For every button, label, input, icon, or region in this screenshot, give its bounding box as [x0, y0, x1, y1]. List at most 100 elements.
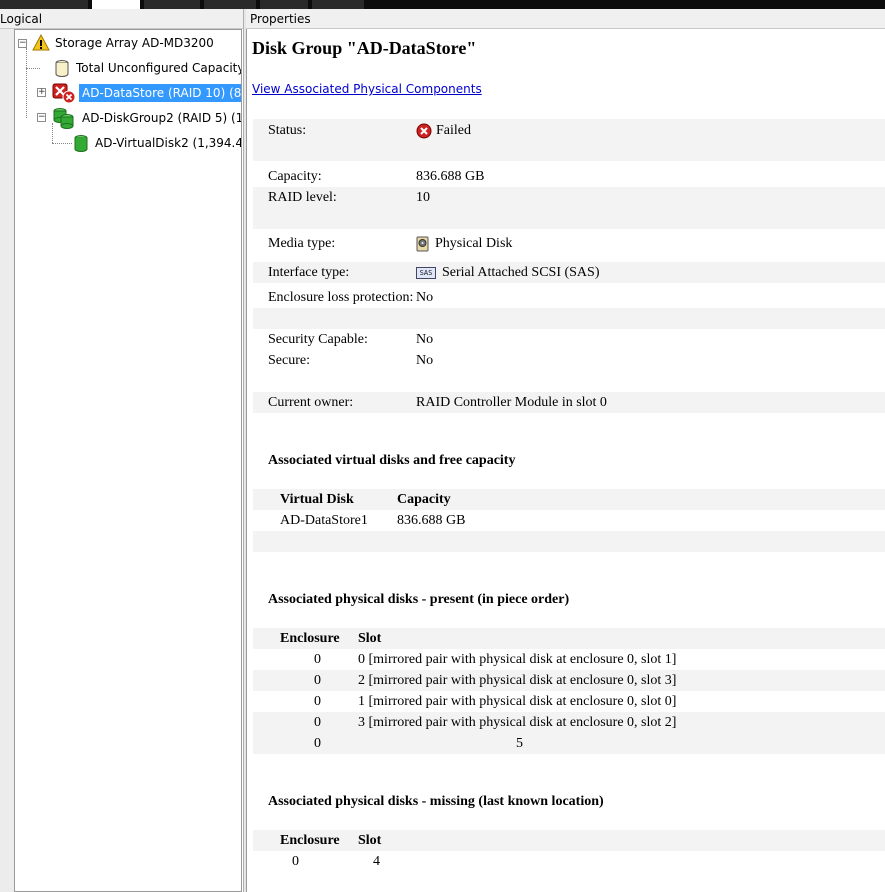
warning-icon	[32, 33, 50, 52]
column-header-virtual-disk: Virtual Disk	[280, 492, 354, 507]
unconfigured-capacity-icon	[53, 59, 71, 77]
interface-type-value: Serial Attached SCSI (SAS)	[442, 265, 600, 280]
row-band	[253, 208, 885, 229]
logical-pane-title: Logical	[0, 12, 43, 26]
slot-cell: 2 [mirrored pair with physical disk at e…	[358, 673, 677, 688]
tab-segment[interactable]	[0, 0, 88, 9]
property-interface-type: Interface type: SAS Serial Attached SCSI…	[253, 263, 885, 284]
expand-datastore-toggle[interactable]: +	[37, 88, 46, 97]
column-header-enclosure: Enclosure	[280, 631, 340, 646]
property-enclosure-loss: Enclosure loss protection: No	[253, 288, 885, 309]
capacity-value: 836.688 GB	[416, 169, 485, 184]
enclosure-cell: 0	[314, 694, 321, 709]
property-label: Secure:	[268, 353, 310, 368]
enclosure-cell: 0	[292, 854, 299, 869]
property-label: Status:	[268, 123, 307, 138]
property-value-wrap: SAS Serial Attached SCSI (SAS)	[416, 265, 600, 281]
property-secure: Secure: No	[253, 351, 885, 372]
property-label: RAID level:	[268, 190, 337, 205]
column-header-enclosure: Enclosure	[280, 833, 340, 848]
logical-pane-header: Logical	[0, 9, 243, 29]
tree-connector	[26, 68, 40, 69]
status-value: Failed	[436, 123, 471, 138]
column-header-slot: Slot	[358, 833, 382, 848]
slot-cell: 5	[516, 736, 523, 751]
slot-cell: 0 [mirrored pair with physical disk at e…	[358, 652, 677, 667]
window-tab-strip	[0, 0, 885, 9]
table-header-band	[253, 830, 885, 851]
column-header-capacity: Capacity	[397, 492, 451, 507]
tree-root-storage-array[interactable]: Storage Array AD-MD3200	[32, 32, 217, 54]
enclosure-cell: 0	[314, 715, 321, 730]
enclosure-cell: 0	[314, 673, 321, 688]
property-capacity: Capacity: 836.688 GB	[253, 167, 885, 188]
virtual-disks-heading: Associated virtual disks and free capaci…	[268, 453, 516, 468]
slot-cell: 4	[373, 854, 380, 869]
property-label: Current owner:	[268, 395, 354, 410]
tree-root-label: Storage Array AD-MD3200	[55, 36, 214, 50]
disk-group-icon	[51, 107, 77, 129]
column-header-slot: Slot	[358, 631, 382, 646]
tree-item-label: AD-DiskGroup2 (RAID 5) (1,39	[82, 111, 241, 125]
view-physical-components-link[interactable]: View Associated Physical Components	[252, 82, 482, 96]
row-band	[253, 140, 885, 161]
tree-item-label: Total Unconfigured Capacity (27	[76, 61, 242, 75]
tree-item-virtualdisk2[interactable]: AD-VirtualDisk2 (1,394.481	[72, 132, 242, 154]
collapse-root-toggle[interactable]: −	[18, 39, 27, 48]
properties-pane: Disk Group "AD-DataStore" View Associate…	[246, 29, 885, 892]
property-current-owner: Current owner: RAID Controller Module in…	[253, 393, 885, 414]
properties-pane-title: Properties	[250, 12, 311, 26]
property-security-capable: Security Capable: No	[253, 330, 885, 351]
tab-segment[interactable]	[144, 0, 200, 9]
tree-connector	[26, 48, 27, 118]
properties-pane-header: Properties	[246, 9, 885, 29]
logical-tree: − Storage Array AD-MD3200 Total Unconfig…	[14, 29, 242, 892]
virtual-disk-capacity-cell: 836.688 GB	[397, 513, 466, 528]
raid-level-value: 10	[416, 190, 430, 205]
sas-icon: SAS	[416, 267, 436, 279]
tree-connector	[52, 143, 72, 144]
tab-segment[interactable]	[204, 0, 256, 9]
property-label: Interface type:	[268, 265, 350, 280]
table-header-band	[253, 628, 885, 649]
failed-icon	[416, 123, 432, 139]
tree-item-diskgroup2[interactable]: AD-DiskGroup2 (RAID 5) (1,39	[51, 107, 241, 129]
virtual-disk-name-cell: AD-DataStore1	[280, 513, 368, 528]
property-status: Status: Failed	[253, 121, 885, 142]
virtual-disk-icon	[72, 134, 90, 152]
left-edge-strip	[0, 29, 14, 892]
property-label: Enclosure loss protection:	[268, 290, 414, 305]
media-type-value: Physical Disk	[435, 236, 513, 251]
property-value-wrap: Physical Disk	[416, 236, 512, 252]
enclosure-loss-value: No	[416, 290, 434, 305]
tab-active[interactable]	[92, 0, 140, 9]
tab-segment[interactable]	[260, 0, 308, 9]
tree-item-datastore[interactable]: AD-DataStore (RAID 10) (836	[51, 82, 241, 104]
property-raid-level: RAID level: 10	[253, 188, 885, 209]
row-band	[253, 733, 885, 754]
slot-cell: 1 [mirrored pair with physical disk at e…	[358, 694, 677, 709]
enclosure-cell: 0	[314, 652, 321, 667]
missing-disks-heading: Associated physical disks - missing (las…	[268, 794, 604, 809]
tree-item-unconfigured-capacity[interactable]: Total Unconfigured Capacity (27	[53, 57, 242, 79]
row-band	[253, 531, 885, 552]
property-value-wrap: Failed	[416, 123, 471, 139]
property-label: Capacity:	[268, 169, 322, 184]
physical-disk-icon	[416, 236, 430, 252]
current-owner-value: RAID Controller Module in slot 0	[416, 395, 607, 410]
present-disks-heading: Associated physical disks - present (in …	[268, 592, 570, 607]
row-band	[253, 308, 885, 329]
page-title: Disk Group "AD-DataStore"	[252, 38, 477, 58]
enclosure-cell: 0	[314, 736, 321, 751]
tree-item-label: AD-VirtualDisk2 (1,394.481	[95, 136, 242, 150]
tree-item-label: AD-DataStore (RAID 10) (836	[79, 84, 241, 102]
slot-cell: 3 [mirrored pair with physical disk at e…	[358, 715, 677, 730]
failed-disk-group-icon	[51, 82, 77, 104]
property-media-type: Media type: Physical Disk	[253, 234, 885, 255]
property-label: Security Capable:	[268, 332, 368, 347]
collapse-diskgroup2-toggle[interactable]: −	[37, 113, 46, 122]
secure-value: No	[416, 353, 434, 368]
security-capable-value: No	[416, 332, 434, 347]
tab-segment[interactable]	[312, 0, 364, 9]
property-label: Media type:	[268, 236, 336, 251]
